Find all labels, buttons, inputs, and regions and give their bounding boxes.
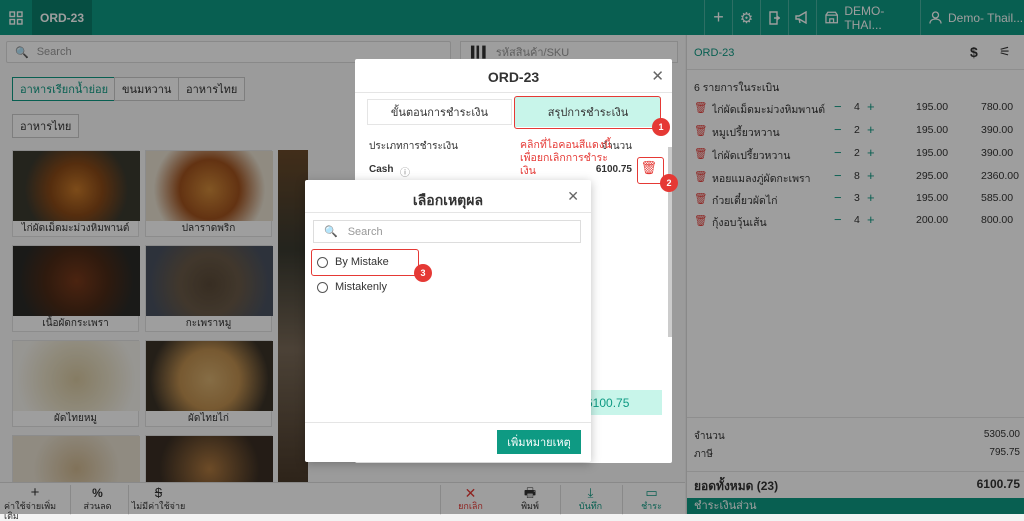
highlight-summary-tab xyxy=(514,96,661,129)
annotation-badge: 1 xyxy=(652,118,670,136)
hint-text: คลิกที่ไอคอนสีแดงนี้เพื่อยกเลิกการชำระเง… xyxy=(520,139,612,177)
reason-search[interactable]: 🔍 Search xyxy=(313,220,581,243)
reason-option[interactable]: Mistakenly xyxy=(317,281,387,293)
reason-label: Mistakenly xyxy=(335,281,387,293)
close-icon[interactable]: ✕ xyxy=(567,188,579,205)
annotation-badge: 2 xyxy=(660,174,678,192)
payment-method: Cash xyxy=(369,164,394,175)
annotation-badge: 3 xyxy=(414,264,432,282)
highlight-option xyxy=(311,249,419,276)
payment-type-header: ประเภทการชำระเงิน xyxy=(369,141,459,152)
add-note-button[interactable]: เพิ่มหมายเหตุ xyxy=(497,430,581,454)
close-icon[interactable]: ✕ xyxy=(651,67,664,85)
info-icon[interactable]: ⓘ xyxy=(400,164,410,179)
search-placeholder: Search xyxy=(347,225,383,238)
dialog-title: ORD-23 xyxy=(487,69,540,85)
tab-payment-steps[interactable]: ขั้นตอนการชำระเงิน xyxy=(367,99,512,125)
reason-title: เลือกเหตุผล xyxy=(412,192,484,208)
search-icon: 🔍 xyxy=(324,226,338,238)
radio-icon[interactable] xyxy=(317,281,328,293)
payment-total: 6100.75 xyxy=(580,390,662,415)
reason-dialog: เลือกเหตุผล ✕ 🔍 Search By Mistake Mistak… xyxy=(305,180,591,462)
